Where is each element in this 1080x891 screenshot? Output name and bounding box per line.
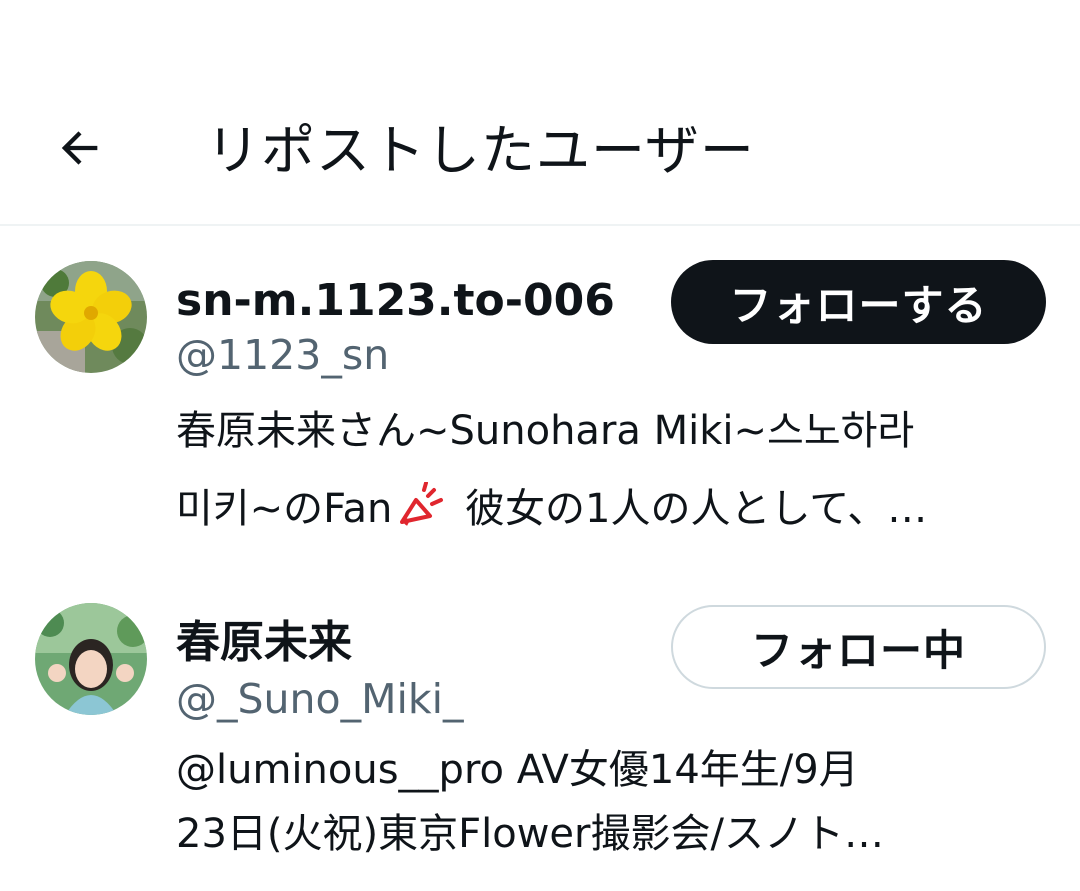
bio-line: @luminous__pro AV女優14年生/9月 [176,747,859,793]
display-name[interactable]: sn-m.1123.to-006 [176,274,615,328]
avatar[interactable] [35,261,147,373]
following-button[interactable]: フォロー中 [671,605,1046,689]
avatar[interactable] [35,603,147,715]
user-bio: @luminous__pro AV女優14年生/9月 23日(火祝)東京Flow… [176,738,1056,866]
follow-button[interactable]: フォローする [671,260,1046,344]
user-handle: @_Suno_Miki_ [176,675,464,723]
user-handle: @1123_sn [176,331,390,379]
bio-line: 春原未来さん~Sunohara Miki~스노하라 [176,408,915,454]
megaphone-icon [398,476,448,554]
reposted-users-screen: リポストしたユーザー sn-m.1123.to-006 @1123_sn フォロ… [0,0,1080,891]
bio-line: 23日(火祝)東京Flower撮影会/スノト… [176,811,884,857]
top-bar: リポストしたユーザー [0,0,1080,226]
bio-line: 미키~のFan 彼女の1人の人として、… [176,470,1056,554]
display-name[interactable]: 春原未来 [176,616,352,670]
user-bio: 春原未来さん~Sunohara Miki~스노하라 미키~のFan 彼女の1人の… [176,392,1056,554]
yellow-flower-avatar-icon [35,261,147,373]
bio-text: 미키~のFan [176,486,393,532]
person-photo-avatar-icon [35,603,147,715]
bio-text: 彼女の1人の人として、… [452,486,928,532]
back-button[interactable] [44,112,116,184]
page-title: リポストしたユーザー [206,119,755,182]
arrow-left-icon [61,131,98,165]
user-cell[interactable]: sn-m.1123.to-006 @1123_sn フォローする 春原未来さん~… [0,226,1080,566]
user-cell[interactable]: 春原未来 @_Suno_Miki_ フォロー中 @luminous__pro A… [0,566,1080,891]
